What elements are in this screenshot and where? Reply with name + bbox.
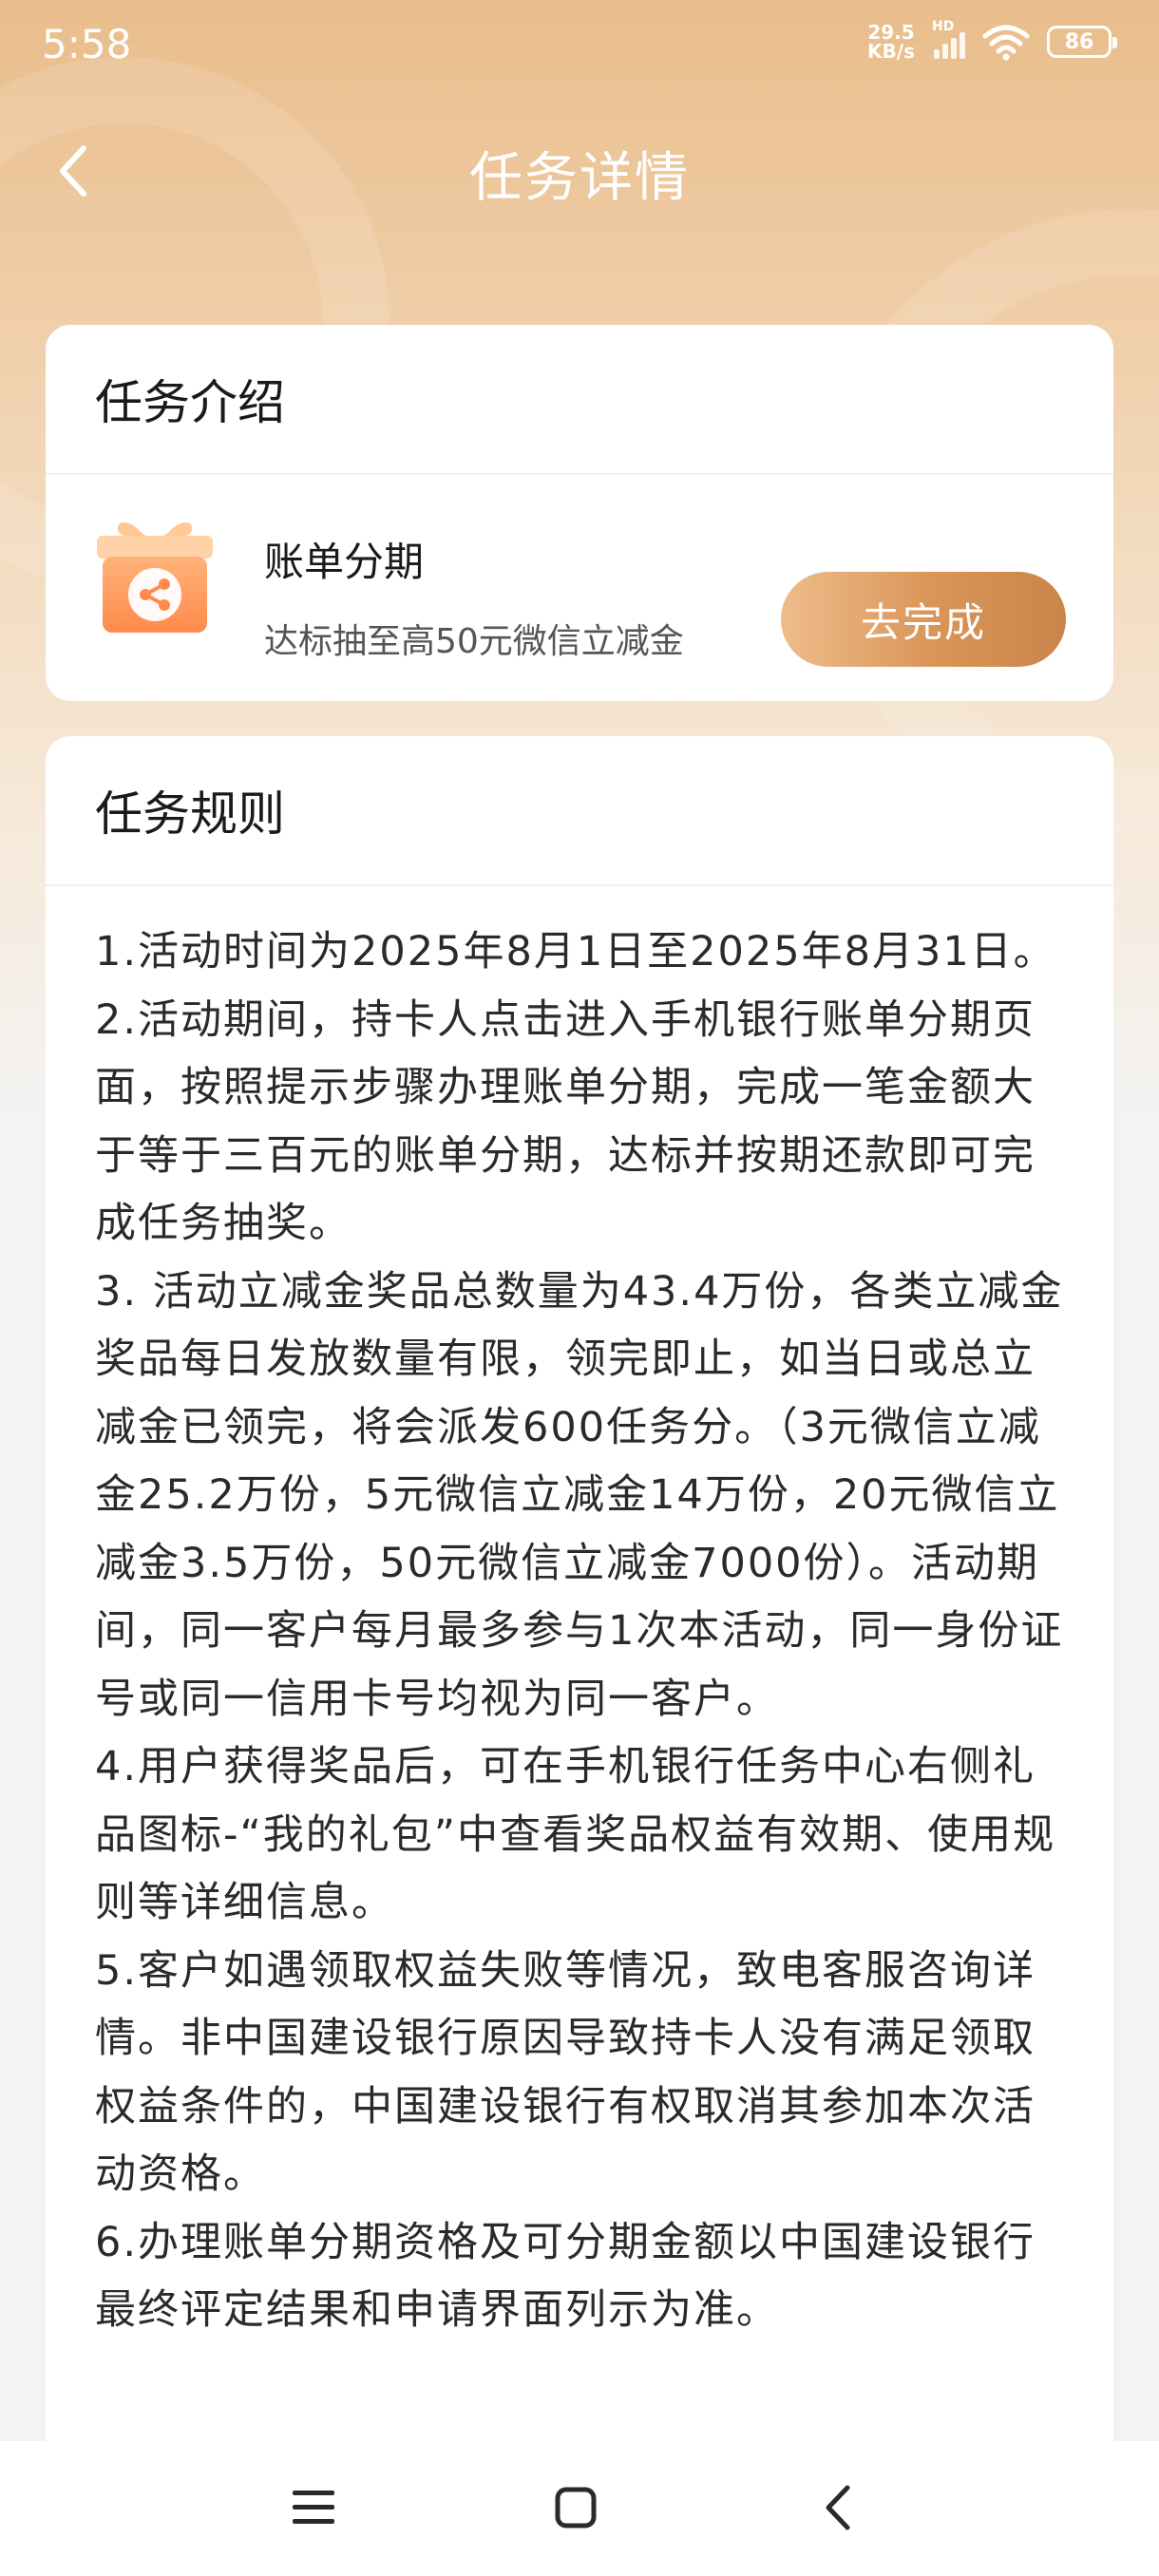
battery-icon: 86 bbox=[1047, 26, 1117, 58]
task-intro-card: 任务介绍 账单分期 达标抽至高50元微信立减金 去完成 bbox=[46, 325, 1113, 701]
task-rules-card: 任务规则 1.活动时间为2025年8月1日至2025年8月31日。 2.活动期间… bbox=[46, 736, 1113, 2503]
rules-card-title: 任务规则 bbox=[46, 736, 1113, 886]
network-speed-value: 29.5 bbox=[867, 21, 915, 44]
system-nav-bar bbox=[0, 2441, 1159, 2576]
cellular-signal-icon: HD bbox=[932, 19, 965, 59]
battery-level: 86 bbox=[1064, 29, 1094, 54]
task-item: 账单分期 达标抽至高50元微信立减金 去完成 bbox=[46, 475, 1113, 701]
network-speed: 29.5 KB/s bbox=[867, 23, 915, 61]
back-chevron-icon bbox=[826, 2485, 850, 2530]
home-square-icon bbox=[555, 2487, 597, 2529]
system-back-button[interactable] bbox=[800, 2470, 876, 2546]
page-header: 任务详情 bbox=[0, 114, 1159, 228]
gift-share-icon bbox=[97, 522, 213, 633]
intro-card-title: 任务介绍 bbox=[46, 325, 1113, 475]
status-time: 5:58 bbox=[42, 21, 132, 67]
rule-paragraph: 3. 活动立减金奖品总数量为43.4万份，各类立减金奖品每日发放数量有限，领完即… bbox=[95, 1267, 1064, 1723]
rule-paragraph: 5.客户如遇领取权益失败等情况，致电客服咨询详情。非中国建设银行原因导致持卡人没… bbox=[95, 1946, 1036, 2199]
rule-paragraph: 4.用户获得奖品后，可在手机银行任务中心右侧礼品图标-“我的礼包”中查看奖品权益… bbox=[95, 1743, 1056, 1926]
task-name: 账单分期 bbox=[264, 539, 425, 585]
home-button[interactable] bbox=[538, 2470, 614, 2546]
task-description: 达标抽至高50元微信立减金 bbox=[264, 622, 684, 661]
rule-paragraph: 2.活动期间，持卡人点击进入手机银行账单分期页面，按照提示步骤办理账单分期，完成… bbox=[95, 995, 1036, 1248]
network-speed-unit: KB/s bbox=[867, 40, 915, 63]
status-icons: 29.5 KB/s HD 86 bbox=[867, 19, 1117, 61]
recent-apps-button[interactable] bbox=[276, 2470, 352, 2546]
menu-icon bbox=[293, 2491, 334, 2524]
rules-body: 1.活动时间为2025年8月1日至2025年8月31日。 2.活动期间，持卡人点… bbox=[46, 886, 1113, 2345]
complete-task-button[interactable]: 去完成 bbox=[781, 572, 1066, 667]
hd-label: HD bbox=[932, 19, 955, 34]
status-bar: 5:58 29.5 KB/s HD 86 bbox=[0, 0, 1159, 95]
rule-paragraph: 1.活动时间为2025年8月1日至2025年8月31日。 bbox=[95, 928, 1056, 975]
page-title: 任务详情 bbox=[469, 147, 690, 209]
rule-paragraph: 6.办理账单分期资格及可分期金额以中国建设银行最终评定结果和申请界面列示为准。 bbox=[95, 2218, 1036, 2335]
wifi-icon bbox=[982, 25, 1030, 61]
